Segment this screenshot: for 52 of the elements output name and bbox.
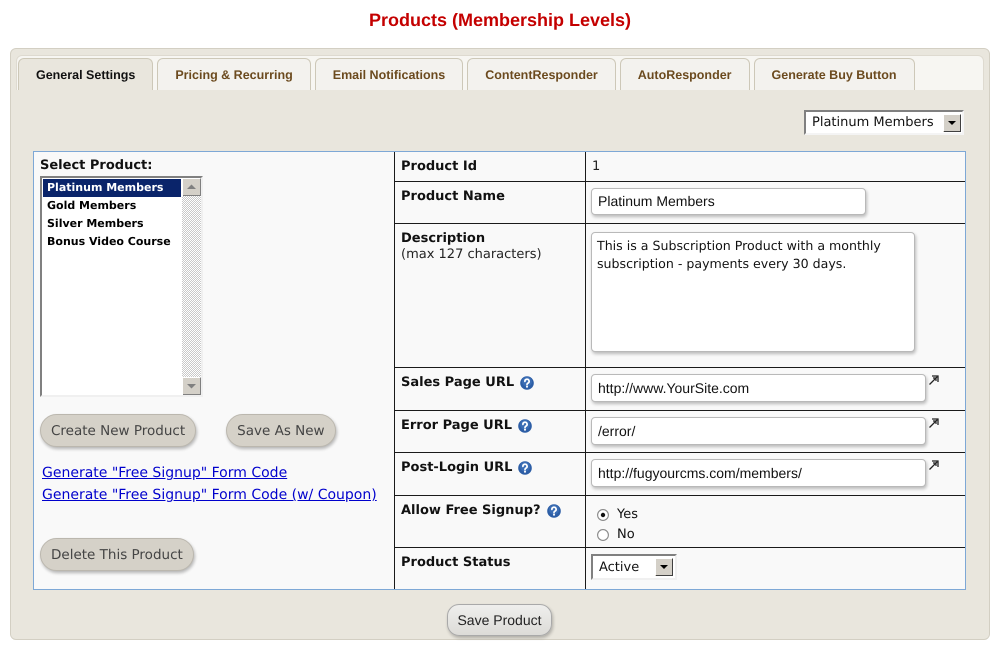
action-button[interactable]: Save As New — [226, 414, 336, 447]
tab[interactable]: Pricing & Recurring — [157, 58, 311, 90]
list-item[interactable]: Bonus Video Course — [43, 233, 181, 251]
field-hint: (max 127 characters) — [401, 247, 543, 263]
url-field[interactable]: http://fugyourcms.com/members/ — [591, 459, 926, 487]
status-dropdown[interactable]: Active — [591, 554, 677, 580]
radio-button[interactable] — [597, 529, 609, 541]
external-link-icon[interactable] — [928, 460, 939, 471]
field-label: Select Product: — [40, 158, 154, 174]
external-link-icon[interactable] — [928, 418, 939, 429]
text-area[interactable]: This is a Subscription Product with a monthly subscription - payments every 30 days. — [591, 232, 915, 352]
field-label: Product Name — [401, 189, 505, 205]
help-icon[interactable] — [546, 504, 561, 518]
tab[interactable]: Generate Buy Button — [754, 58, 915, 90]
list-item[interactable]: Platinum Members — [43, 179, 181, 197]
option-label: Yes — [617, 506, 638, 524]
dropdown-arrow-icon[interactable] — [943, 114, 961, 132]
page-title: Products (Membership Levels) — [368, 10, 632, 30]
url-field[interactable]: /error/ — [591, 417, 926, 445]
save-button[interactable]: Save Product — [447, 604, 552, 636]
form-code-link[interactable]: Generate "Free Signup" Form Code (w/ Coupon) — [42, 487, 377, 503]
field-label: Post-Login URL — [401, 460, 512, 476]
field-label: Error Page URL — [401, 418, 512, 434]
external-link-icon[interactable] — [928, 375, 939, 386]
field-label: Product Id — [401, 159, 478, 175]
tab[interactable]: Email Notifications — [314, 58, 464, 90]
help-icon[interactable] — [520, 376, 534, 390]
field-label: Allow Free Signup? — [401, 503, 541, 519]
option-label: No — [617, 526, 635, 544]
scroll-down-icon[interactable] — [182, 377, 201, 395]
field-label: Description — [401, 231, 486, 247]
help-icon[interactable] — [518, 461, 532, 475]
list-item[interactable]: Gold Members — [43, 197, 181, 215]
radio-button[interactable] — [597, 509, 609, 521]
help-icon[interactable] — [518, 419, 532, 433]
product-dropdown[interactable]: Platinum Members — [804, 110, 964, 135]
url-field[interactable]: http://www.YourSite.com — [591, 374, 926, 402]
scrollbar[interactable] — [182, 178, 201, 395]
field-label: Product Status — [401, 555, 510, 571]
product-listbox[interactable]: Platinum Members Gold Members Silver Members Bonus Video Course — [40, 176, 203, 397]
tab[interactable]: General Settings — [18, 58, 154, 90]
form-code-link[interactable]: Generate "Free Signup" Form Code — [42, 465, 288, 481]
tab[interactable]: AutoResponder — [620, 58, 750, 90]
dropdown-arrow-icon[interactable] — [655, 558, 673, 576]
delete-button[interactable]: Delete This Product — [40, 538, 194, 571]
action-button[interactable]: Create New Product — [40, 414, 196, 447]
scroll-up-icon[interactable] — [182, 178, 201, 196]
text-field[interactable]: Platinum Members — [591, 188, 866, 215]
list-item[interactable]: Silver Members — [43, 215, 181, 233]
field-value: 1 — [591, 158, 602, 175]
field-label: Sales Page URL — [401, 375, 514, 391]
tab[interactable]: ContentResponder — [467, 58, 616, 90]
